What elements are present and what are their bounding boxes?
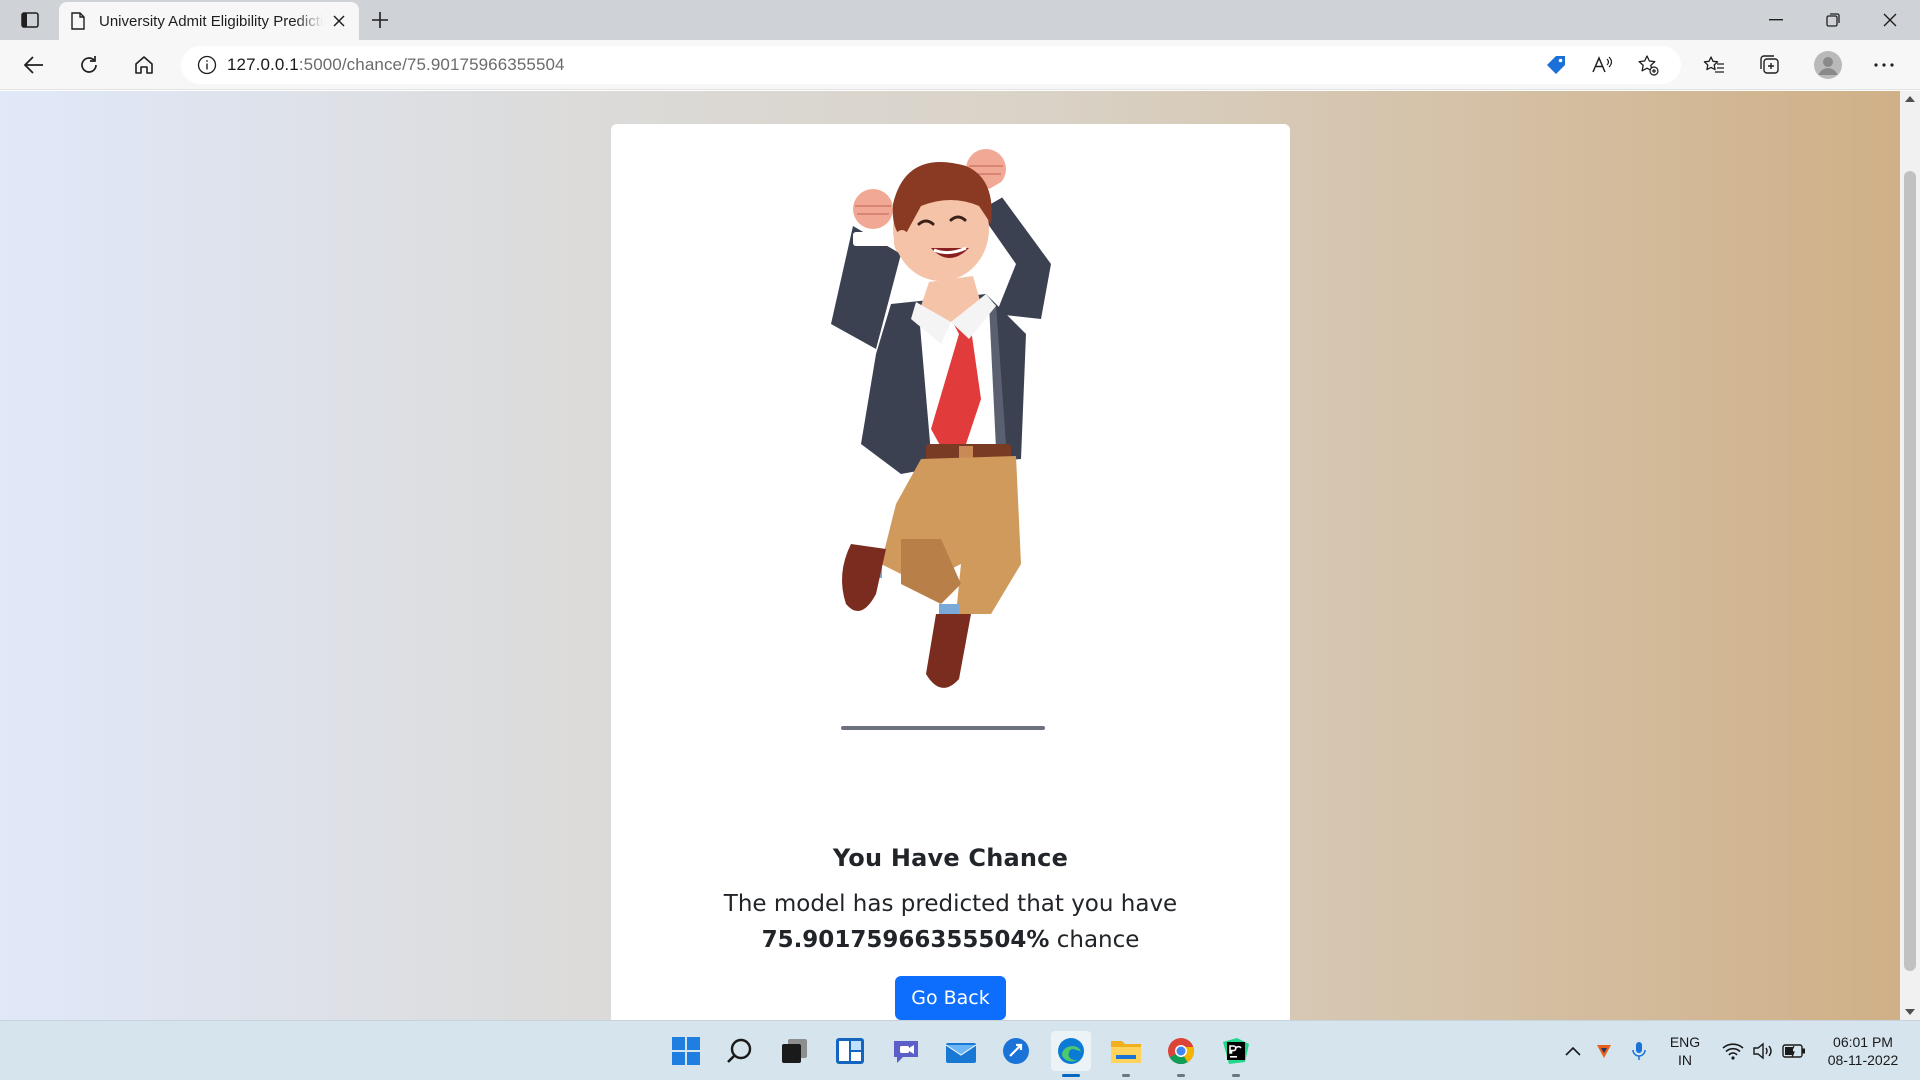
home-icon[interactable]: [126, 47, 162, 83]
info-icon[interactable]: [187, 55, 227, 75]
shopping-tag-icon[interactable]: [1539, 48, 1573, 82]
result-text-after: chance: [1056, 927, 1140, 953]
chance-value: 75.90175966355504%: [761, 927, 1050, 953]
browser-toolbar: 127.0.0.1:5000/chance/75.90175966355504: [0, 40, 1920, 90]
windows-taskbar: ENG IN 06:01 PM 08-11-2022: [0, 1020, 1920, 1080]
add-favorite-icon[interactable]: [1631, 48, 1665, 82]
search-icon[interactable]: [720, 1031, 760, 1071]
result-text: The model has predicted that you have 75…: [611, 886, 1290, 958]
mail-icon[interactable]: [941, 1031, 981, 1071]
window-close-icon[interactable]: [1862, 0, 1918, 40]
volume-icon[interactable]: [1750, 1033, 1776, 1069]
address-bar[interactable]: 127.0.0.1:5000/chance/75.90175966355504: [181, 46, 1681, 84]
scroll-up-icon[interactable]: [1904, 95, 1916, 103]
language-region: IN: [1678, 1052, 1692, 1068]
url-host: 127.0.0.1: [227, 55, 299, 74]
back-icon[interactable]: [16, 47, 52, 83]
url-text[interactable]: 127.0.0.1:5000/chance/75.90175966355504: [227, 55, 565, 75]
edge-active-indicator: [1062, 1074, 1080, 1077]
pycharm-icon[interactable]: [1216, 1031, 1256, 1077]
chrome-open-indicator: [1177, 1074, 1185, 1077]
microphone-icon[interactable]: [1627, 1033, 1651, 1069]
browser-tab-bar: University Admit Eligibility Prediction: [0, 0, 1920, 40]
language-indicator[interactable]: ENG IN: [1660, 1033, 1710, 1069]
feedback-icon[interactable]: [996, 1031, 1036, 1071]
profile-icon[interactable]: [1810, 47, 1846, 83]
clock-date: 08-11-2022: [1827, 1052, 1899, 1068]
page-icon: [71, 12, 99, 30]
start-icon[interactable]: [666, 1031, 706, 1071]
minimize-icon[interactable]: [1748, 0, 1804, 40]
widgets-icon[interactable]: [830, 1031, 870, 1071]
refresh-icon[interactable]: [71, 47, 107, 83]
happy-jumping-man-illustration: [831, 149, 1051, 688]
pycharm-open-indicator: [1232, 1074, 1240, 1077]
show-hidden-icons-icon[interactable]: [1561, 1033, 1585, 1069]
vertical-scrollbar[interactable]: [1900, 91, 1920, 1020]
file-explorer-icon[interactable]: [1106, 1031, 1146, 1077]
close-icon[interactable]: [323, 5, 355, 37]
browser-tab[interactable]: University Admit Eligibility Prediction: [59, 2, 359, 40]
task-view-icon[interactable]: [774, 1031, 814, 1071]
go-back-button[interactable]: Go Back: [895, 976, 1006, 1020]
tab-actions-icon[interactable]: [12, 6, 48, 34]
wifi-icon[interactable]: [1720, 1033, 1746, 1069]
result-card: You Have Chance The model has predicted …: [611, 124, 1290, 1020]
read-aloud-icon[interactable]: [1585, 48, 1619, 82]
divider-line: [841, 726, 1045, 730]
more-icon[interactable]: [1866, 47, 1902, 83]
system-clock[interactable]: 06:01 PM 08-11-2022: [1808, 1033, 1918, 1069]
explorer-open-indicator: [1122, 1074, 1130, 1077]
url-path: :5000/chance/75.90175966355504: [298, 55, 565, 74]
chrome-icon[interactable]: [1161, 1031, 1201, 1077]
tab-title: University Admit Eligibility Prediction: [99, 12, 323, 30]
restore-icon[interactable]: [1805, 0, 1861, 40]
language-code: ENG: [1669, 1034, 1701, 1050]
scroll-down-icon[interactable]: [1904, 1008, 1916, 1016]
page-viewport: You Have Chance The model has predicted …: [0, 91, 1900, 1020]
collections-icon[interactable]: [1752, 47, 1788, 83]
result-title: You Have Chance: [832, 844, 1069, 872]
battery-icon[interactable]: [1780, 1033, 1808, 1069]
antivirus-icon[interactable]: [1592, 1033, 1616, 1069]
new-tab-icon[interactable]: [364, 4, 396, 36]
favorites-icon[interactable]: [1696, 47, 1732, 83]
result-text-before: The model has predicted that you have: [723, 891, 1178, 917]
scrollbar-thumb[interactable]: [1904, 171, 1916, 971]
teams-chat-icon[interactable]: [886, 1031, 926, 1071]
result-body: You Have Chance The model has predicted …: [611, 844, 1290, 1020]
clock-time: 06:01 PM: [1833, 1034, 1893, 1050]
edge-icon[interactable]: [1051, 1031, 1091, 1077]
